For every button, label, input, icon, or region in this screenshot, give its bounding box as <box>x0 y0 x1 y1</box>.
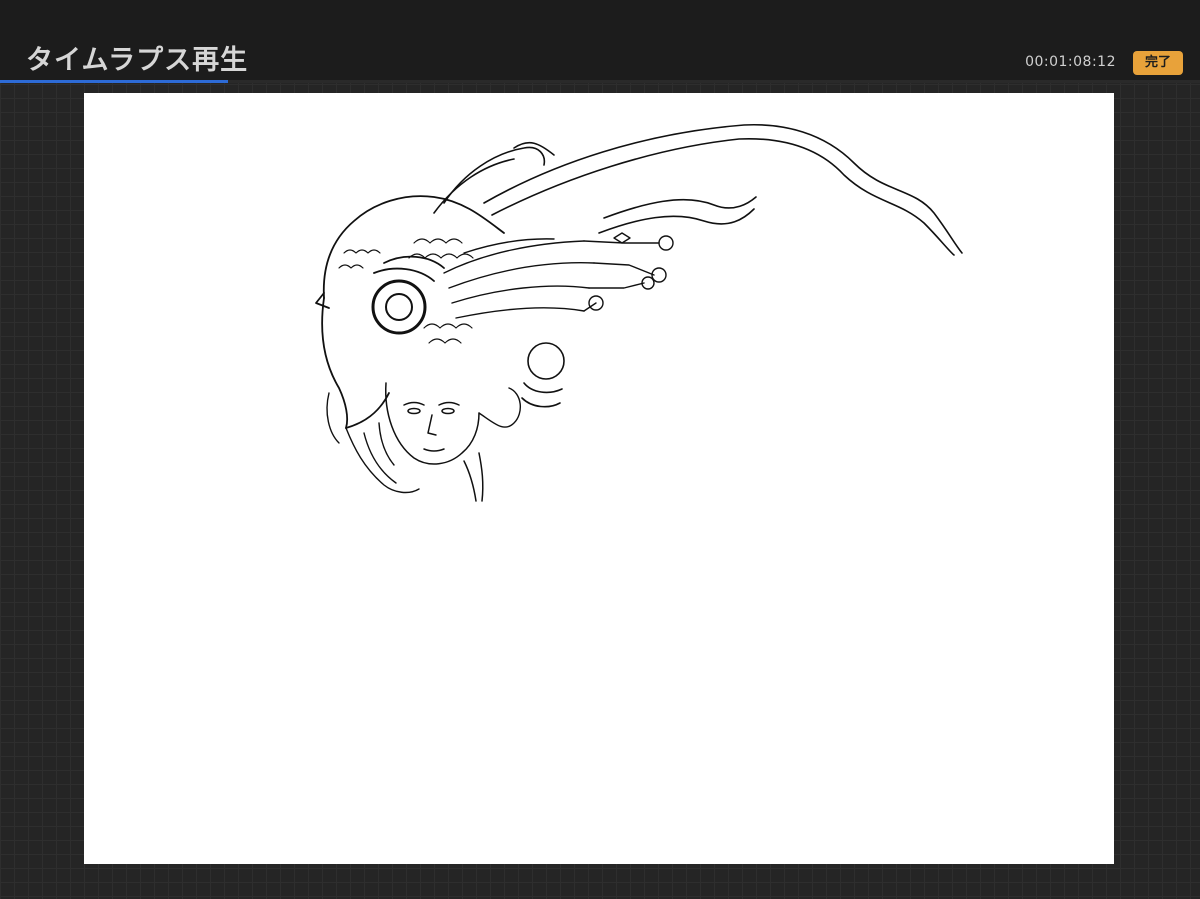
top-bar: タイムラプス再生 00:01:08:12 完了 <box>0 0 1200 80</box>
ink-sketch-illustration <box>315 123 963 502</box>
timecode-readout: 00:01:08:12 <box>1025 54 1116 70</box>
page-title: タイムラプス再生 <box>26 45 249 76</box>
playback-progress-fill <box>0 80 228 83</box>
playback-progress-bar[interactable] <box>0 80 1200 83</box>
timelapse-replay-screen: タイムラプス再生 00:01:08:12 完了 <box>0 0 1200 899</box>
done-button[interactable]: 完了 <box>1133 51 1183 75</box>
drawing-canvas[interactable] <box>84 93 1114 864</box>
